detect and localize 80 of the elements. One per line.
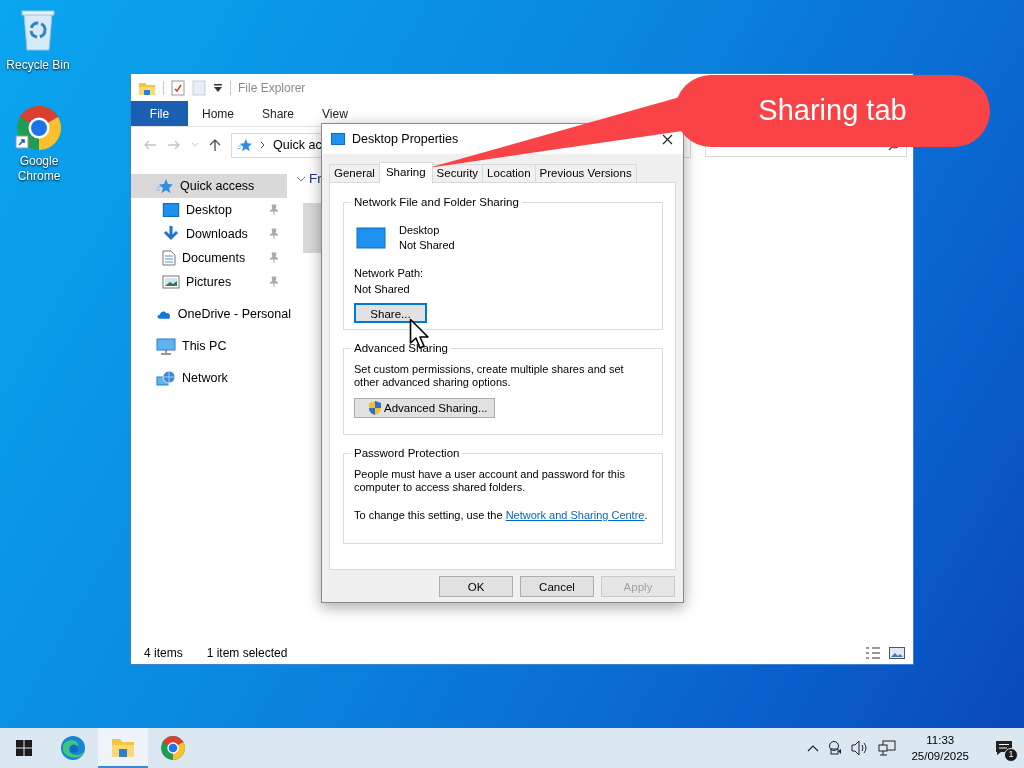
star-icon: [237, 138, 253, 152]
ribbon-tab[interactable]: View: [308, 101, 362, 126]
nav-item[interactable]: This PC: [131, 334, 291, 358]
nav-item-label: Quick access: [180, 177, 255, 195]
description: Set custom permissions, create multiple shares and set other advanced sharing options.: [354, 363, 625, 389]
nav-item-label: Documents: [182, 249, 246, 267]
start-icon[interactable]: [16, 740, 32, 756]
dialog-title: Desktop Properties: [352, 130, 459, 148]
nav-item[interactable]: Pictures: [131, 270, 287, 294]
picture-icon: [162, 275, 180, 289]
advanced-sharing-button[interactable]: Advanced Sharing...: [354, 398, 495, 418]
share-status: Not Shared: [399, 238, 455, 253]
show-hidden-icons-icon[interactable]: [807, 744, 820, 752]
nav-item-label: Downloads: [186, 225, 248, 243]
nav-item[interactable]: Network: [131, 366, 291, 390]
desktop-icon: [162, 203, 180, 217]
dialog-tab[interactable]: Previous Versions: [534, 164, 637, 182]
dialog-tab[interactable]: Sharing: [378, 162, 433, 183]
dialog-button[interactable]: OK: [439, 576, 513, 597]
pin-icon[interactable]: [269, 252, 279, 264]
nav-item[interactable]: OneDrive - Personal: [131, 302, 291, 326]
nav-item[interactable]: Quick access: [131, 174, 287, 198]
desktop-icon: [331, 133, 345, 145]
computer-icon: [156, 337, 176, 355]
checklist-icon[interactable]: [171, 79, 185, 96]
document-icon: [162, 250, 176, 266]
file-menu-button[interactable]: File: [131, 101, 188, 126]
close-icon[interactable]: [662, 133, 673, 145]
thumbnail-view-icon[interactable]: [889, 647, 905, 659]
window-title: File Explorer: [238, 79, 306, 97]
pin-icon[interactable]: [269, 276, 279, 288]
description: To change this setting, use the Network and Sharing Centre.: [354, 508, 649, 523]
download-icon: [162, 225, 180, 243]
folder-name: Desktop: [399, 223, 441, 238]
collapse-icon[interactable]: [296, 175, 306, 183]
group-header[interactable]: Fr: [309, 169, 322, 190]
network-path: Not Shared: [354, 282, 411, 297]
recycle-bin-icon[interactable]: [18, 8, 58, 52]
notification-count: 1: [1004, 748, 1018, 762]
dialog-button[interactable]: Cancel: [520, 576, 594, 597]
chevron-icon: [260, 141, 266, 149]
breadcrumb[interactable]: Quick ac: [273, 135, 322, 155]
desktop-icon: [356, 227, 386, 249]
nav-item-label: Pictures: [186, 273, 232, 291]
dialog-tab[interactable]: Security: [431, 164, 484, 182]
group-label: Network File and Folder Sharing: [351, 195, 522, 210]
nav-item[interactable]: Downloads: [131, 222, 287, 246]
file-tile[interactable]: [303, 203, 321, 254]
dialog-tab[interactable]: General: [329, 164, 380, 182]
ribbon-tab[interactable]: Share: [248, 101, 309, 126]
nav-item-label: This PC: [182, 337, 227, 355]
camera-icon[interactable]: [828, 740, 843, 756]
dropdown-icon[interactable]: [213, 82, 223, 93]
nav-item-label: Network: [182, 369, 228, 387]
network-icon: [156, 369, 176, 387]
description: People must have a user account and password for this computer to access shared folders.: [354, 468, 626, 494]
item-count: 4 items: [144, 645, 183, 662]
nav-item[interactable]: Desktop: [131, 198, 287, 222]
clock[interactable]: 11:33 25/09/2025: [905, 732, 975, 764]
pin-icon[interactable]: [269, 228, 279, 240]
up-icon[interactable]: [209, 138, 221, 152]
nav-item-label: OneDrive - Personal: [177, 305, 291, 323]
folder-icon[interactable]: [111, 736, 135, 758]
field-label: Network Path:: [354, 266, 425, 281]
chrome-shortcut-icon[interactable]: [15, 104, 63, 152]
group-label: Advanced Sharing: [351, 341, 451, 356]
callout-tooltip: Sharing tab: [675, 75, 990, 147]
share-button[interactable]: Share...: [354, 303, 427, 323]
network-icon[interactable]: [878, 740, 897, 756]
volume-icon[interactable]: [851, 740, 870, 756]
details-view-icon[interactable]: [865, 647, 881, 659]
chrome-icon[interactable]: [160, 735, 186, 761]
nav-item-label: Desktop: [186, 201, 232, 219]
pin-icon[interactable]: [269, 204, 279, 216]
selection-count: 1 item selected: [206, 645, 288, 662]
nav-item[interactable]: Documents: [131, 246, 287, 270]
shield-icon: [367, 400, 383, 416]
star-icon: [156, 178, 174, 194]
edge-icon[interactable]: [60, 735, 86, 761]
ribbon-tab[interactable]: Home: [188, 101, 248, 126]
